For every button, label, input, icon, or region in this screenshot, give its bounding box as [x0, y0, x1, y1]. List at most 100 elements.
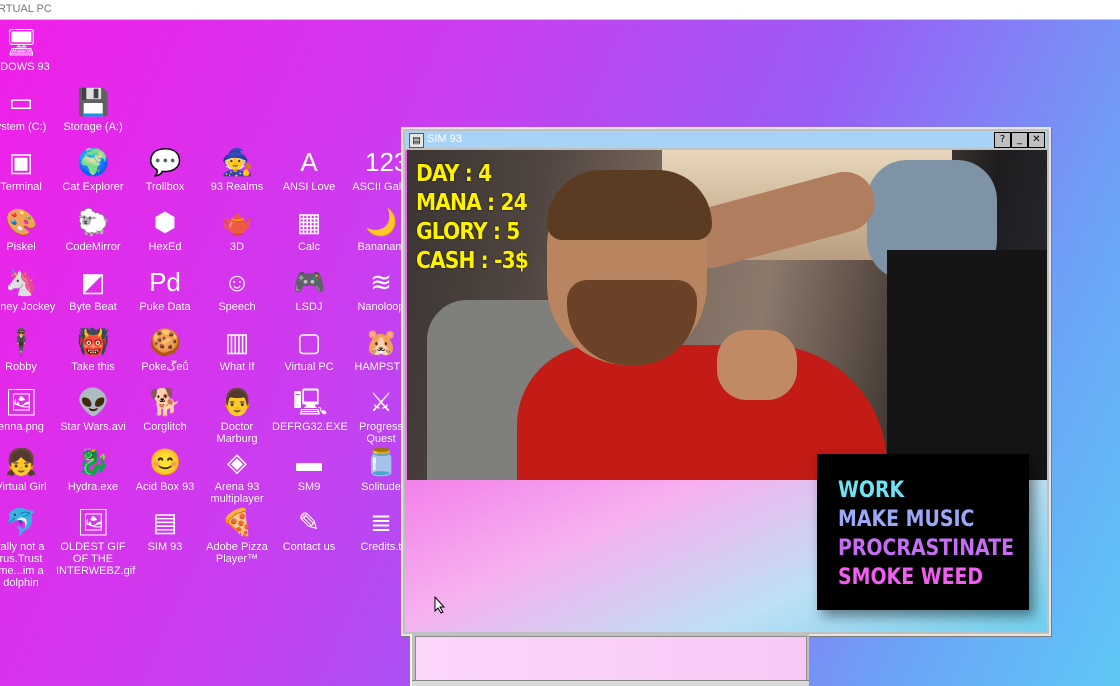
- desktop-icon[interactable]: 👽 Star Wars.avi: [56, 386, 130, 433]
- desktop-icon[interactable]: ▭ ystem (C:): [0, 86, 58, 133]
- minimize-button[interactable]: _: [1011, 132, 1028, 148]
- stat-glory: GLORY : 5: [416, 219, 520, 245]
- stat-mana: MANA : 24: [416, 190, 528, 216]
- desktop-icon-label: What If: [219, 361, 255, 373]
- desktop-icon[interactable]: 👧 Virtual Girl: [0, 446, 58, 493]
- desktop-icon-label: LSDJ: [295, 301, 323, 313]
- desktop-icon-label: Virtual PC: [284, 361, 334, 373]
- desktop-icon[interactable]: ▢ Virtual PC: [272, 326, 346, 373]
- desktop-icon-label: Hydra.exe: [67, 481, 119, 493]
- action-menu: WORK MAKE MUSIC PROCRASTINATE SMOKE WEED: [817, 454, 1029, 610]
- action-make-music[interactable]: MAKE MUSIC: [838, 505, 974, 534]
- desktop-icon[interactable]: ◩ Byte Beat: [56, 266, 130, 313]
- pony-icon: 🦄: [5, 267, 38, 297]
- palette-icon: 🎨: [5, 207, 38, 237]
- help-button[interactable]: ?: [994, 132, 1011, 148]
- speech-icon: ☺: [223, 267, 251, 297]
- desktop-icon[interactable]: ▦ Calc: [272, 206, 346, 253]
- desktop-icon[interactable]: 🦄 Poney Jockey: [0, 266, 58, 313]
- desktop-icon[interactable]: 😊 Acid Box 93: [128, 446, 202, 493]
- gif-file-icon: 🖼: [77, 507, 111, 537]
- desktop-icon[interactable]: 🫖 3D: [200, 206, 274, 253]
- desktop-icon[interactable]: 🧙 93 Realms: [200, 146, 274, 193]
- virtual-pc-icon: ▢: [296, 327, 322, 357]
- desktop-icon[interactable]: ⬢ HexEd: [128, 206, 202, 253]
- desktop-icon[interactable]: 🐬 tally not a rus.Trust me...im a dolphin: [0, 506, 58, 589]
- desktop-icon[interactable]: 🍪 Pokeڱeṹ: [128, 326, 202, 373]
- desktop-icon[interactable]: 🖥 NDOWS 93: [0, 26, 58, 73]
- desktop-icon[interactable]: 👨 Doctor Marburg: [200, 386, 274, 445]
- desktop-icon[interactable]: ◈ Arena 93 multiplayer: [200, 446, 274, 505]
- hamster-icon: 🐹: [365, 327, 398, 357]
- desktop-icon-label: NDOWS 93: [0, 61, 50, 73]
- sm9-icon: ▬: [296, 447, 322, 477]
- stat-day: DAY : 4: [416, 161, 492, 187]
- desktop-icon[interactable]: ☺ Speech: [200, 266, 274, 313]
- desktop-icon-label: CodeMirror: [65, 241, 121, 253]
- desktop-icon[interactable]: 🎮 LSDJ: [272, 266, 346, 313]
- close-button[interactable]: ✕: [1028, 132, 1045, 148]
- sim93-window[interactable]: ▤ SIM 93 ? _ ✕ DAY : 4 MANA : 24 GLORY :…: [401, 127, 1051, 636]
- what-if-icon: ▥: [224, 327, 250, 357]
- poke-icon: 🍪: [149, 327, 182, 357]
- desktop-icon[interactable]: 🖼 enna.png: [0, 386, 58, 433]
- desktop-icon[interactable]: 🖼 OLDEST GIF OF THE INTERWEBZ.gif: [56, 506, 136, 577]
- gameboy-icon: 🎮: [293, 267, 326, 297]
- desktop-icon[interactable]: ▬ SM9: [272, 446, 346, 493]
- desktop-icon-label: Trollbox: [145, 181, 185, 193]
- desktop-icon[interactable]: ✎ Contact us: [272, 506, 346, 553]
- desktop-icon[interactable]: ▤ SIM 93: [128, 506, 202, 553]
- sim93-icon: ▤: [152, 507, 178, 537]
- desktop-icon-label: DEFRG32.EXE: [272, 421, 348, 433]
- desktop-icon[interactable]: 🎨 Piskel: [0, 206, 58, 253]
- mouse-cursor-icon: [434, 596, 446, 614]
- arena-icon: ◈: [227, 447, 247, 477]
- action-procrastinate[interactable]: PROCRASTINATE: [838, 534, 1014, 563]
- nanoloop-icon: ≋: [370, 267, 392, 297]
- desktop-icon[interactable]: 👹 Take this: [56, 326, 130, 373]
- desktop-icon[interactable]: ▣ Terminal: [0, 146, 58, 193]
- desktop-icon-label: Corglitch: [143, 421, 187, 433]
- doctor-icon: 👨: [221, 387, 254, 417]
- desktop-icon[interactable]: 🐉 Hydra.exe: [56, 446, 130, 493]
- desktop-icon[interactable]: ▥ What If: [200, 326, 274, 373]
- action-smoke-weed[interactable]: SMOKE WEED: [838, 563, 983, 592]
- pukedata-icon: Pd: [149, 267, 181, 297]
- desktop-icon[interactable]: Pd Puke Data: [128, 266, 202, 313]
- desktop-icon-label: Poney Jockey: [0, 301, 56, 313]
- background-window[interactable]: [410, 634, 809, 686]
- desktop-icon[interactable]: 💬 Trollbox: [128, 146, 202, 193]
- desktop-icon-label: 3D: [229, 241, 245, 253]
- background-window-content: [415, 636, 807, 681]
- desktop-icon-label: Robby: [5, 361, 37, 373]
- desktop-icon[interactable]: 🍕 Adobe Pizza Player™: [200, 506, 274, 565]
- floppy-drive-icon: 💾: [77, 87, 110, 117]
- desktop-icon[interactable]: 💾 Storage (A:): [56, 86, 130, 133]
- action-work[interactable]: WORK: [838, 476, 904, 505]
- drive-icon: ▭: [8, 87, 34, 117]
- hydra-icon: 🐉: [77, 447, 110, 477]
- teapot-icon: 🫖: [221, 207, 254, 237]
- image-file-icon: 🖼: [5, 387, 39, 417]
- desktop-icon-label: Virtual Girl: [0, 481, 47, 493]
- window-titlebar[interactable]: ▤ SIM 93 ? _ ✕: [405, 131, 1047, 148]
- player-stats: DAY : 4 MANA : 24 GLORY : 5 CASH : -3$: [416, 160, 529, 276]
- desktop-icon-label: Arena 93 multiplayer: [210, 481, 264, 505]
- progress-quest-icon: ⚔: [369, 387, 393, 417]
- credits-icon: ≣: [370, 507, 392, 537]
- desktop-icon-label: Calc: [297, 241, 320, 253]
- desktop-icon[interactable]: 🖳 DEFRG32.EXE: [272, 386, 348, 433]
- desktop-icon[interactable]: 🐕 Corglitch: [128, 386, 202, 433]
- computer-icon: 🖥: [5, 27, 39, 57]
- desktop-icon[interactable]: 🕴 Robby: [0, 326, 58, 373]
- desktop-icon-label: Acid Box 93: [135, 481, 195, 493]
- ascii-icon: 123: [365, 147, 409, 177]
- desktop-icon[interactable]: 🐑 CodeMirror: [56, 206, 130, 253]
- sim93-app-icon: ▤: [409, 133, 424, 148]
- desktop-icon-label: SM9: [297, 481, 321, 493]
- desktop-icon[interactable]: A ANSI Love: [272, 146, 346, 193]
- desktop-icon[interactable]: 🌍 Cat Explorer: [56, 146, 130, 193]
- yoda-icon: 👽: [77, 387, 110, 417]
- window-title: SIM 93: [427, 133, 462, 145]
- desktop-icon-label: OLDEST GIF OF THE INTERWEBZ.gif: [56, 541, 136, 577]
